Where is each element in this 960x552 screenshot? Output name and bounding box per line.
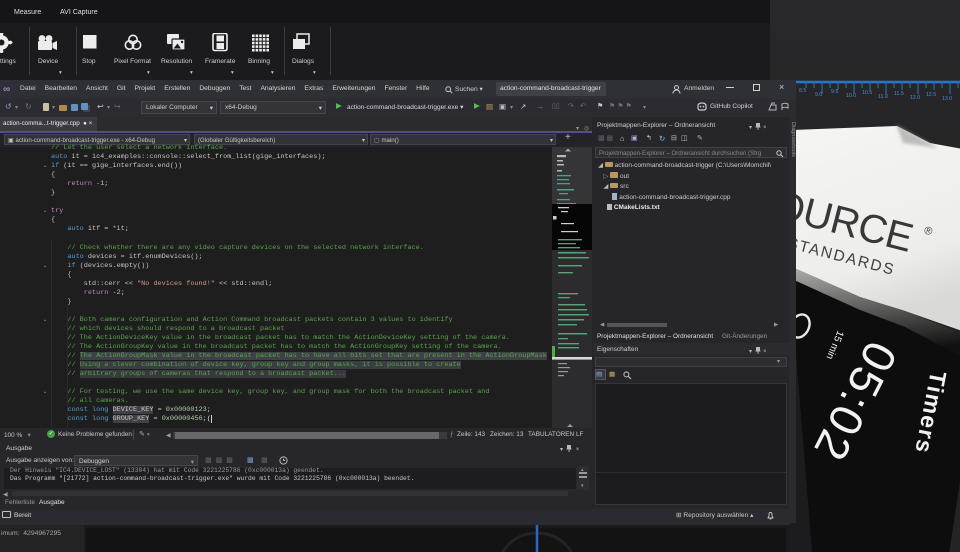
svg-text:10.0: 10.0 <box>846 93 856 99</box>
svg-text:9.0: 9.0 <box>815 92 822 98</box>
svg-text:10.5: 10.5 <box>862 90 872 96</box>
svg-text:12.0: 12.0 <box>910 95 920 101</box>
svg-text:11.0: 11.0 <box>878 94 888 100</box>
svg-text:11.5: 11.5 <box>894 91 904 97</box>
svg-text:9.5: 9.5 <box>831 89 838 95</box>
svg-text:8.5: 8.5 <box>799 88 806 94</box>
svg-text:13.0: 13.0 <box>942 96 952 102</box>
svg-text:12.5: 12.5 <box>926 92 936 98</box>
